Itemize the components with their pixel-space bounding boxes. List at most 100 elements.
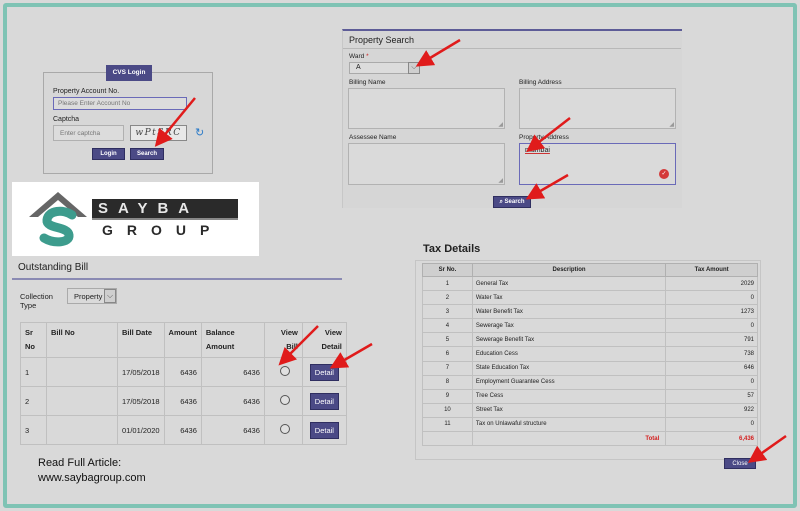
description-cell: Street Tax <box>471 402 667 418</box>
column-header: Bill Date <box>117 322 165 358</box>
property-search-card: Property Search Ward * A ⌵ Billing Name … <box>342 29 682 208</box>
total-row: Total 6,436 <box>422 431 758 447</box>
spellcheck-icon: ✓ <box>659 169 669 179</box>
table-header-row: Sr No. Description Tax Amount <box>422 263 758 277</box>
column-header: Amount <box>163 322 202 358</box>
sr-cell: 3 <box>422 304 473 320</box>
view-bill-radio[interactable] <box>279 395 290 405</box>
tax-details-table: Sr No. Description Tax Amount 1 General T… <box>422 263 758 447</box>
table-row: 2 Water Tax 0 <box>422 290 758 306</box>
tax-amount-cell: 1273 <box>665 304 758 320</box>
sr-cell: 11 <box>422 416 473 433</box>
sr-cell: 3 <box>20 415 47 445</box>
table-row: 10 Street Tax 922 <box>422 402 758 418</box>
captcha-image: wPtSRC <box>130 125 187 141</box>
sr-cell: 1 <box>422 275 473 292</box>
captcha-label: Captcha <box>53 116 80 123</box>
table-row: 2 17/05/2018 6436 6436 Detail <box>20 386 347 416</box>
assessee-name-field[interactable]: ◢ <box>348 143 505 185</box>
sr-cell: 10 <box>422 402 473 418</box>
bill-no-cell <box>46 386 118 416</box>
column-header: Tax Amount <box>665 263 758 277</box>
amount-cell: 6436 <box>163 357 202 387</box>
footer-text: Read Full Article: www.saybagroup.com <box>38 456 146 486</box>
tax-amount-cell: 2029 <box>665 275 758 292</box>
view-detail-cell: Detail <box>301 357 347 387</box>
description-cell: Sewerage Tax <box>471 318 667 334</box>
description-cell: Water Tax <box>471 290 667 306</box>
balance-cell: 6436 <box>200 415 265 445</box>
tax-amount-cell: 738 <box>665 346 758 362</box>
footer-link[interactable]: www.saybagroup.com <box>38 471 146 486</box>
login-button[interactable]: Login <box>92 148 125 160</box>
table-header-row: Sr No Bill No Bill Date Amount Balance A… <box>20 322 347 358</box>
billing-name-field[interactable]: ◢ <box>348 88 505 129</box>
description-cell: Employment Guarantee Cess <box>471 374 667 390</box>
login-search-button[interactable]: Search <box>130 148 164 160</box>
column-header: View Detail <box>301 322 347 358</box>
cvs-login-card: CVS Login Property Account No. Captcha w… <box>43 65 213 174</box>
ward-label: Ward * <box>349 53 369 60</box>
description-cell: State Education Tax <box>471 360 667 376</box>
tax-details-title: Tax Details <box>423 243 481 255</box>
empty-cell <box>422 431 473 447</box>
collection-type-label: Collection Type <box>20 292 53 310</box>
total-label: Total <box>471 431 667 447</box>
account-number-input[interactable] <box>53 97 187 110</box>
tax-amount-cell: 0 <box>665 290 758 306</box>
tax-amount-cell: 57 <box>665 388 758 404</box>
sayba-logo-graphic <box>29 192 238 247</box>
view-bill-cell <box>263 415 303 445</box>
column-header: Description <box>471 263 667 277</box>
property-address-field[interactable]: mumbai ✓ <box>519 143 676 185</box>
view-bill-cell <box>263 357 303 387</box>
bill-no-cell <box>46 357 118 387</box>
property-address-label: Property Address <box>519 134 569 141</box>
sayba-group-logo: SAYBA GROUP <box>12 182 259 256</box>
detail-button[interactable]: Detail <box>309 363 339 381</box>
property-search-title: Property Search <box>349 35 415 45</box>
close-button[interactable]: Close <box>724 458 756 469</box>
property-search-button[interactable]: ⌕ Search <box>493 196 531 208</box>
tax-amount-cell: 922 <box>665 402 758 418</box>
description-cell: Education Cess <box>471 346 667 362</box>
sr-cell: 8 <box>422 374 473 390</box>
balance-cell: 6436 <box>200 386 265 416</box>
sr-cell: 9 <box>422 388 473 404</box>
amount-cell: 6436 <box>163 386 202 416</box>
description-cell: Tax on Unlawaful structure <box>471 416 667 433</box>
amount-cell: 6436 <box>163 415 202 445</box>
table-row: 3 Water Benefit Tax 1273 <box>422 304 758 320</box>
sr-cell: 1 <box>20 357 47 387</box>
column-header: Sr No. <box>422 263 473 277</box>
chevron-down-icon[interactable]: ⌵ <box>104 289 116 303</box>
sr-cell: 4 <box>422 318 473 334</box>
description-cell: Sewerage Benefit Tax <box>471 332 667 348</box>
sr-cell: 2 <box>422 290 473 306</box>
table-row: 1 General Tax 2029 <box>422 275 758 292</box>
billing-address-field[interactable]: ◢ <box>519 88 676 129</box>
column-header: View Bill <box>263 322 303 358</box>
outstanding-bill-table: Sr No Bill No Bill Date Amount Balance A… <box>20 322 347 445</box>
refresh-captcha-icon[interactable]: ↻ <box>195 126 204 139</box>
tax-amount-cell: 791 <box>665 332 758 348</box>
table-row: 6 Education Cess 738 <box>422 346 758 362</box>
view-bill-radio[interactable] <box>279 366 290 376</box>
detail-button[interactable]: Detail <box>309 392 339 410</box>
captcha-input[interactable] <box>53 125 124 141</box>
chevron-down-icon[interactable]: ⌵ <box>408 62 420 74</box>
tax-amount-cell: 646 <box>665 360 758 376</box>
description-cell: Tree Cess <box>471 388 667 404</box>
view-bill-radio[interactable] <box>279 424 290 434</box>
logo-bottom-text: GROUP <box>102 222 224 238</box>
detail-button[interactable]: Detail <box>309 421 339 439</box>
billing-name-label: Billing Name <box>349 79 386 86</box>
bill-date-cell: 01/01/2020 <box>117 415 165 445</box>
tax-amount-cell: 0 <box>665 374 758 390</box>
billing-address-label: Billing Address <box>519 79 562 86</box>
column-header: Bill No <box>46 322 118 358</box>
table-row: 8 Employment Guarantee Cess 0 <box>422 374 758 390</box>
column-header: Sr No <box>20 322 47 358</box>
table-row: 11 Tax on Unlawaful structure 0 <box>422 416 758 433</box>
sr-cell: 6 <box>422 346 473 362</box>
